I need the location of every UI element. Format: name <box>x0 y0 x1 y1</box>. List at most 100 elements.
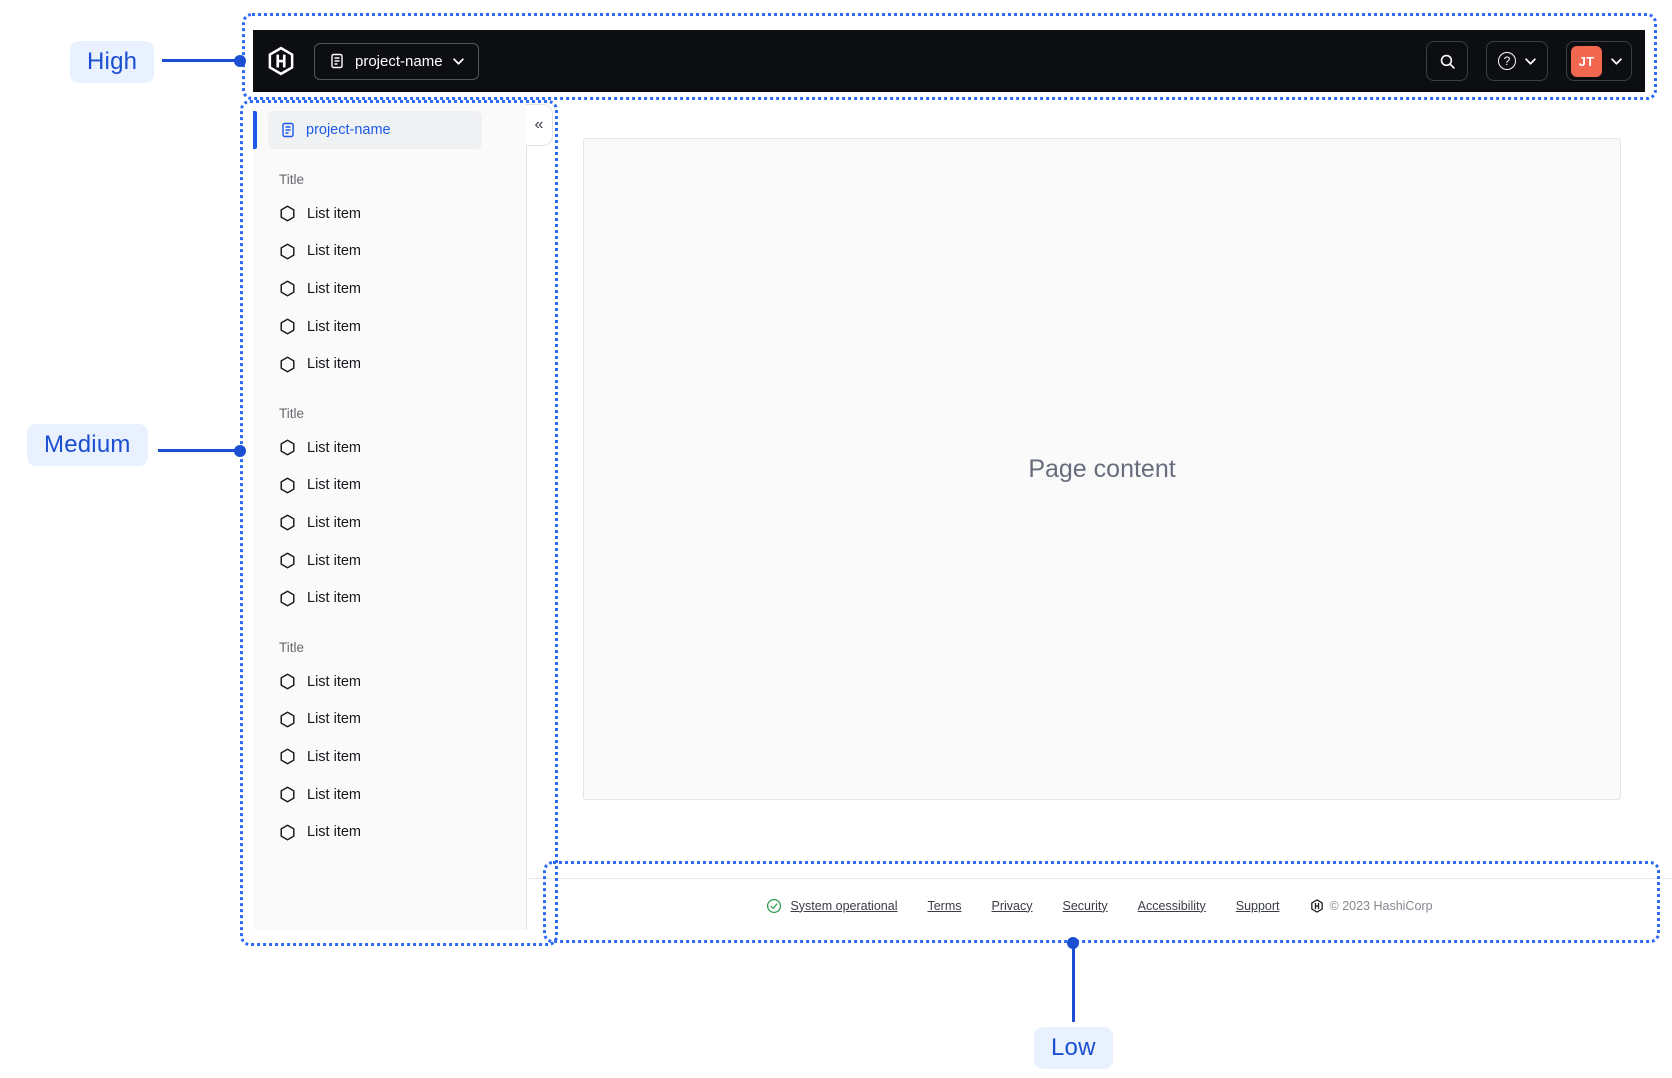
help-menu-button[interactable]: ? <box>1486 41 1548 81</box>
footer-link[interactable]: Terms <box>927 899 961 913</box>
connector-dot-low <box>1067 937 1079 949</box>
project-selector-button[interactable]: project-name <box>314 42 479 80</box>
chevron-down-icon <box>1611 57 1622 65</box>
document-icon <box>280 122 296 138</box>
chevrons-left-icon: « <box>534 116 544 133</box>
avatar: JT <box>1571 45 1602 77</box>
hashicorp-logo-icon[interactable] <box>266 46 296 76</box>
connector-line-high <box>162 59 240 62</box>
sidebar: project-name Title List item List item L… <box>253 104 527 930</box>
list-item-label: List item <box>307 786 361 803</box>
hexagon-icon <box>279 318 296 335</box>
top-navbar: project-name ? JT <box>253 30 1645 92</box>
list-item-label: List item <box>307 477 361 494</box>
hexagon-icon <box>279 552 296 569</box>
sidebar-list-item[interactable]: List item <box>253 195 526 233</box>
sidebar-list-item[interactable]: List item <box>253 813 526 851</box>
section-list: List item List item List item List item <box>253 429 526 617</box>
section-list: List item List item List item List item <box>253 663 526 851</box>
list-item-label: List item <box>307 590 361 607</box>
sidebar-active-row: project-name <box>253 111 526 149</box>
status-link[interactable]: System operational <box>766 898 897 914</box>
sidebar-list-item[interactable]: List item <box>253 345 526 383</box>
main-content-card: Page content <box>583 138 1621 800</box>
search-icon <box>1439 53 1456 70</box>
search-button[interactable] <box>1426 41 1468 81</box>
list-item-label: List item <box>307 243 361 260</box>
footer-link[interactable]: Security <box>1063 899 1108 913</box>
sidebar-item-project[interactable]: project-name <box>268 111 482 149</box>
help-icon: ? <box>1498 52 1516 70</box>
active-indicator-bar <box>253 111 257 149</box>
annotation-label-high: High <box>70 41 155 83</box>
sidebar-item-label: project-name <box>306 122 391 138</box>
hexagon-icon <box>279 439 296 456</box>
sidebar-list-item[interactable]: List item <box>253 429 526 467</box>
project-selector-label: project-name <box>355 52 443 70</box>
list-item-label: List item <box>307 439 361 456</box>
sidebar-list-item[interactable]: List item <box>253 270 526 308</box>
connector-line-medium <box>158 449 236 452</box>
footer-link[interactable]: Privacy <box>992 899 1033 913</box>
document-icon <box>329 53 345 69</box>
section-title: Title <box>279 639 305 655</box>
hexagon-icon <box>279 590 296 607</box>
hexagon-icon <box>279 786 296 803</box>
list-item-label: List item <box>307 552 361 569</box>
status-label: System operational <box>790 898 898 913</box>
sidebar-list-item[interactable]: List item <box>253 504 526 542</box>
list-item-label: List item <box>307 356 361 373</box>
list-item-label: List item <box>307 711 361 728</box>
page-content-placeholder: Page content <box>1028 454 1176 483</box>
list-item-label: List item <box>307 280 361 297</box>
list-item-label: List item <box>307 824 361 841</box>
list-item-label: List item <box>307 673 361 690</box>
sidebar-sections: Title List item List item List item List… <box>253 172 526 851</box>
sidebar-list-item[interactable]: List item <box>253 579 526 617</box>
sidebar-list-item[interactable]: List item <box>253 233 526 271</box>
sidebar-list-item[interactable]: List item <box>253 663 526 701</box>
hexagon-icon <box>279 477 296 494</box>
sidebar-list-item[interactable]: List item <box>253 701 526 739</box>
footer: System operational Terms Privacy Securit… <box>527 878 1672 932</box>
chevron-down-icon <box>1525 57 1536 65</box>
hexagon-icon <box>279 711 296 728</box>
hexagon-icon <box>279 514 296 531</box>
list-item-label: List item <box>307 748 361 765</box>
account-menu-button[interactable]: JT <box>1566 41 1632 81</box>
canvas: { "annotations": { "high_label": "High",… <box>0 0 1672 1078</box>
hexagon-icon <box>279 356 296 373</box>
sidebar-list-item[interactable]: List item <box>253 542 526 580</box>
section-title: Title <box>279 172 305 187</box>
sidebar-section: Title List item List item List item List… <box>253 406 526 617</box>
footer-link[interactable]: Support <box>1236 899 1280 913</box>
list-item-label: List item <box>307 205 361 222</box>
hexagon-icon <box>279 243 296 260</box>
hexagon-icon <box>279 280 296 297</box>
sidebar-list-item[interactable]: List item <box>253 738 526 776</box>
section-title: Title <box>279 405 305 421</box>
sidebar-list-item[interactable]: List item <box>253 467 526 505</box>
hexagon-icon <box>279 824 296 841</box>
sidebar-section: Title List item List item List item List… <box>253 640 526 851</box>
hashicorp-logo-small-icon <box>1310 898 1324 913</box>
connector-line-low <box>1072 942 1075 1022</box>
copyright: © 2023 HashiCorp <box>1310 899 1433 913</box>
check-circle-icon <box>766 898 782 914</box>
annotation-label-low: Low <box>1034 1027 1113 1069</box>
hexagon-icon <box>279 748 296 765</box>
sidebar-list-item[interactable]: List item <box>253 776 526 814</box>
sidebar-section: Title List item List item List item List… <box>253 172 526 383</box>
hexagon-icon <box>279 673 296 690</box>
sidebar-list-item[interactable]: List item <box>253 308 526 346</box>
connector-dot-medium <box>234 445 246 457</box>
list-item-label: List item <box>307 318 361 335</box>
chevron-down-icon <box>452 57 464 65</box>
footer-link[interactable]: Accessibility <box>1138 899 1206 913</box>
collapse-sidebar-button[interactable]: « <box>526 104 553 146</box>
list-item-label: List item <box>307 514 361 531</box>
copyright-text: © 2023 HashiCorp <box>1329 898 1433 913</box>
hexagon-icon <box>279 205 296 222</box>
section-list: List item List item List item List item <box>253 195 526 383</box>
annotation-label-medium: Medium <box>27 424 148 466</box>
